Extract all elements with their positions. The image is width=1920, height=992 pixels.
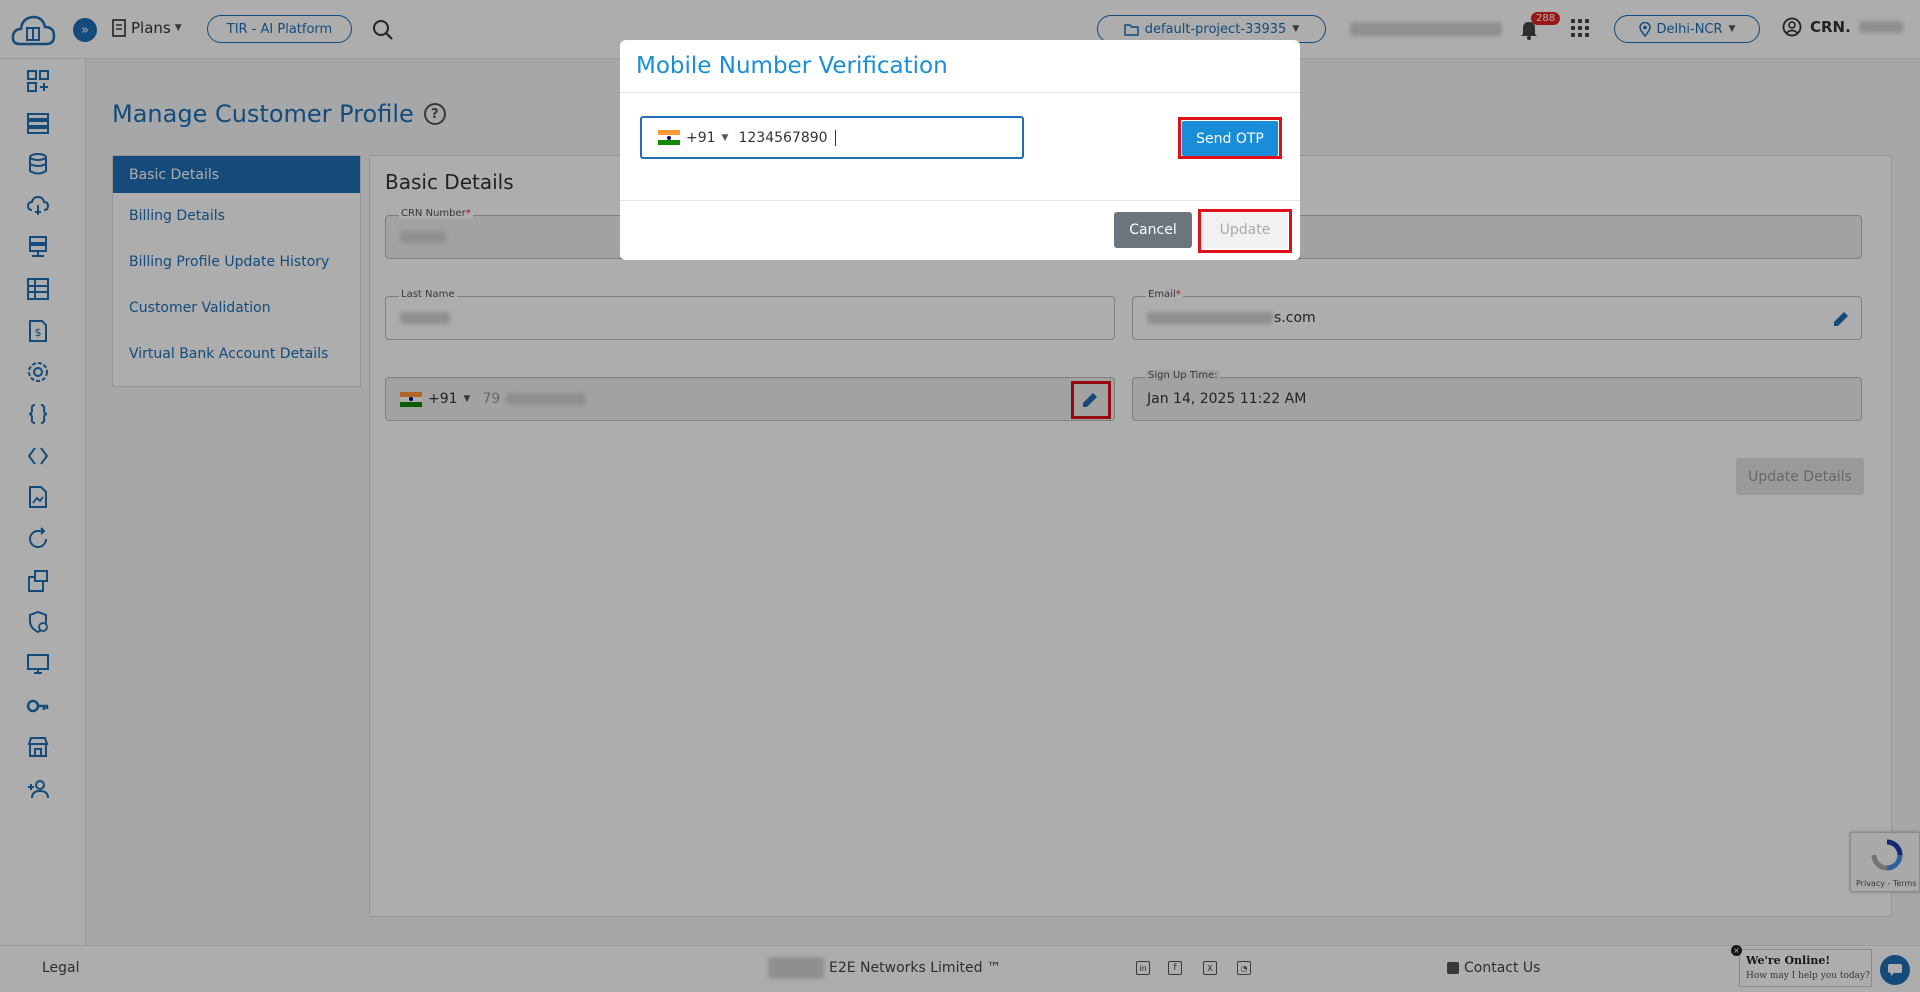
- country-code-selector[interactable]: +91: [686, 130, 716, 146]
- phone-number-input[interactable]: +91 ▼ 1234567890: [640, 116, 1024, 159]
- modal-header-divider: [620, 92, 1300, 93]
- modal-title: Mobile Number Verification: [636, 53, 948, 79]
- highlight-send-otp: [1178, 117, 1282, 159]
- mobile-verification-modal: Mobile Number Verification +91 ▼ 1234567…: [620, 40, 1300, 260]
- modal-footer-divider: [620, 200, 1300, 201]
- cancel-button[interactable]: Cancel: [1114, 212, 1192, 248]
- text-cursor: [834, 129, 836, 146]
- phone-number-value: 1234567890: [738, 129, 828, 146]
- india-flag-icon: [658, 130, 680, 145]
- highlight-update: [1198, 209, 1292, 253]
- caret-down-icon: ▼: [721, 132, 729, 143]
